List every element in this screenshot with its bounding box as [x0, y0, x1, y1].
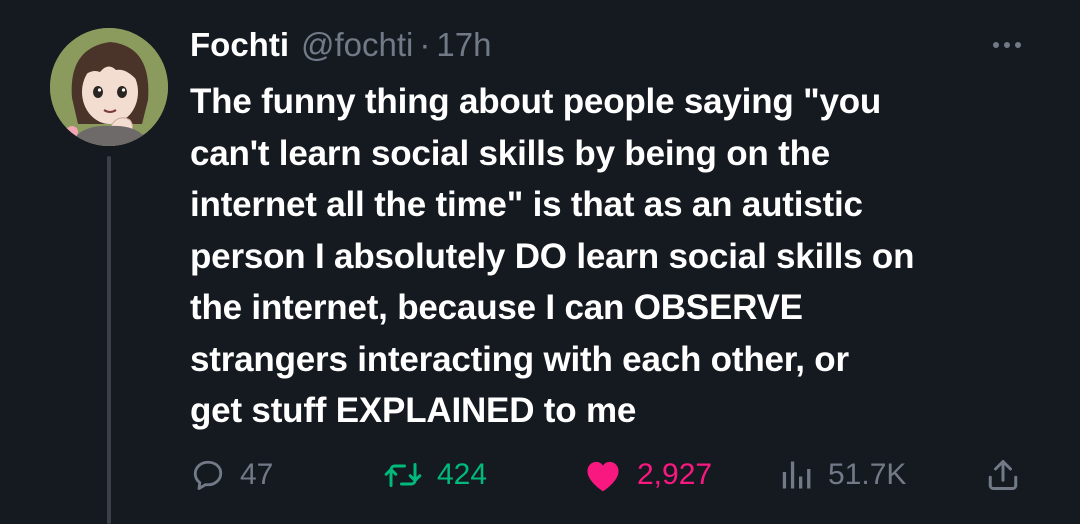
share-button[interactable]: [985, 448, 1021, 502]
tweet-text-line: The funny thing about people saying "you: [190, 82, 882, 121]
share-upload-icon: [988, 460, 1018, 490]
like-count: 2,927: [637, 458, 713, 491]
author-display-name[interactable]: Fochti: [190, 26, 289, 64]
action-bar: 47 424 2,927 51.7K: [190, 448, 1030, 502]
tweet-header: Fochti @fochti · 17h: [190, 22, 491, 68]
reply-button[interactable]: 47: [190, 448, 273, 502]
tweet-text-line: internet all the time" is that as an aut…: [190, 185, 863, 224]
avatar[interactable]: [50, 28, 168, 146]
timestamp[interactable]: 17h: [436, 26, 491, 64]
thread-line: [107, 156, 111, 524]
retweet-arrows-icon: [384, 463, 422, 487]
tweet-text-line: get stuff EXPLAINED to me: [190, 391, 637, 430]
tweet-text-line: person I absolutely DO learn social skil…: [190, 236, 915, 276]
tweet[interactable]: Fochti @fochti · 17h The funny thing abo…: [0, 0, 1080, 524]
tweet-text: The funny thing about people saying "you…: [190, 76, 1050, 437]
heart-icon: [587, 461, 619, 492]
reply-count: 47: [240, 458, 274, 491]
reply-bubble-icon: [193, 460, 223, 490]
author-handle[interactable]: @fochti: [301, 26, 413, 64]
tweet-text-line: the internet, because I can OBSERVE: [190, 288, 803, 327]
views-count: 51.7K: [828, 458, 907, 491]
tweet-text-line: strangers interacting with each other, o…: [190, 339, 849, 379]
avatar-illustration: [50, 28, 168, 146]
separator-dot: ·: [419, 26, 431, 63]
more-dots-icon[interactable]: [985, 30, 1029, 60]
tweet-text-line: can't learn social skills by being on th…: [190, 133, 831, 173]
bar-chart-icon: [782, 461, 811, 489]
retweet-button[interactable]: 424: [383, 448, 487, 502]
retweet-count: 424: [437, 458, 488, 491]
like-button[interactable]: 2,927: [583, 448, 712, 502]
views-button[interactable]: 51.7K: [778, 448, 906, 502]
